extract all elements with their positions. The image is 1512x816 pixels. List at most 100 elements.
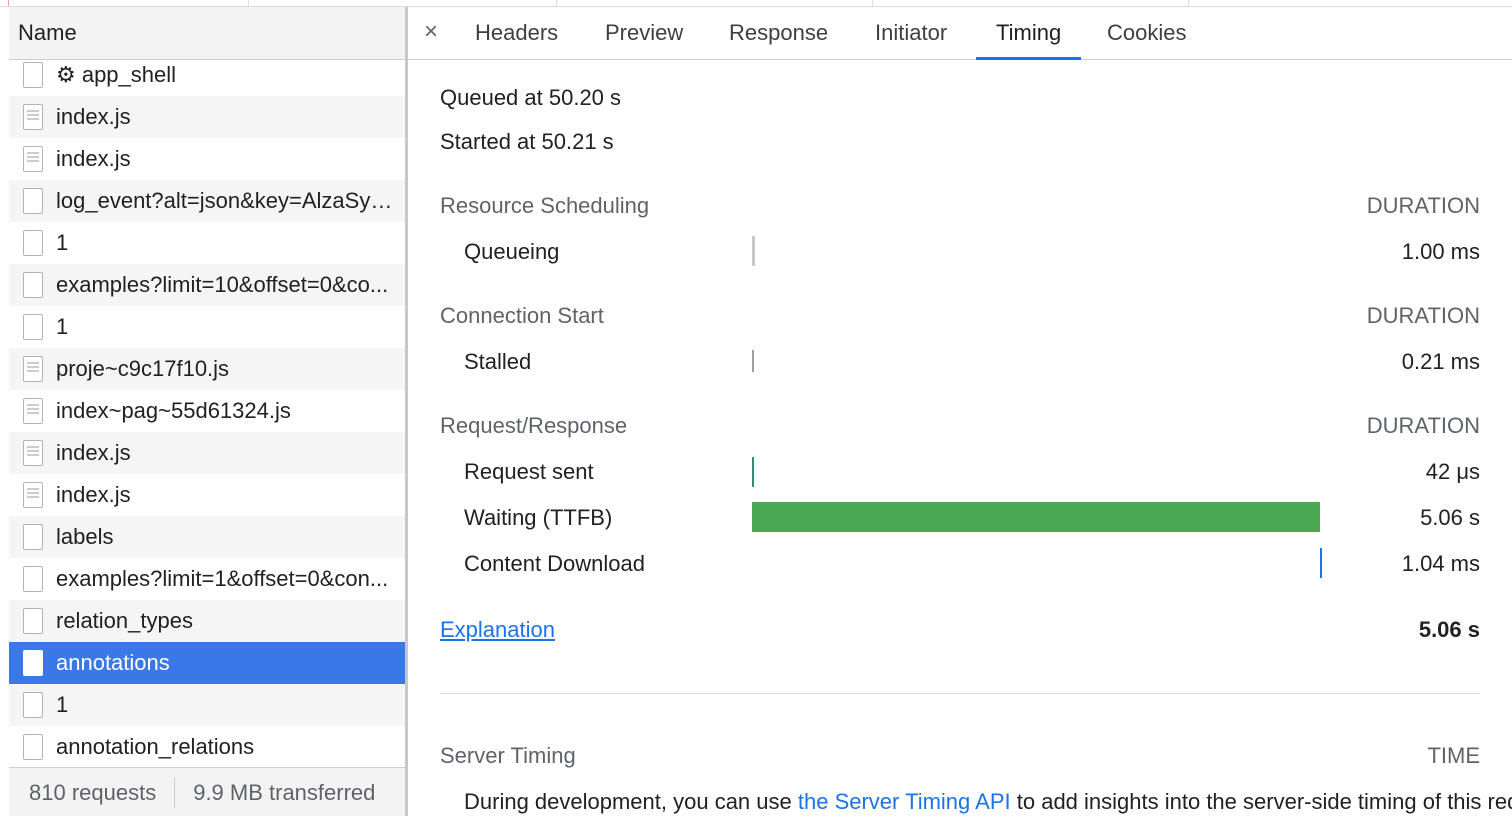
duration-label: DURATION [1366,193,1480,218]
timing-value-stalled: 0.21 ms [1401,349,1480,374]
total-duration: 5.06 s [1418,617,1480,642]
request-count: 810 requests [29,779,157,805]
tab-timing[interactable]: Timing [976,7,1082,60]
explanation-link[interactable]: Explanation [440,617,555,643]
section-title-request-response: Request/Response [440,413,628,438]
request-name: index.js [56,146,131,171]
duration-label: DURATION [1366,303,1480,328]
timing-value-queueing: 1.00 ms [1401,239,1480,264]
request-list-panel: Name ⚙ app_shell index.js index.js log_e… [9,7,408,816]
request-name: examples?limit=10&offset=0&co... [56,272,389,297]
close-icon[interactable]: × [424,18,438,46]
request-name: index~pag~55d61324.js [56,398,291,423]
request-sent-bar [752,457,754,487]
script-file-icon [23,356,43,382]
tab-initiator[interactable]: Initiator [875,7,947,59]
request-row[interactable]: log_event?alt=json&key=AlzaSyBXd... [9,180,405,222]
request-name: 1 [56,314,69,339]
request-name: annotation_relations [56,734,255,759]
request-row-selected[interactable]: annotations [9,642,405,684]
request-name: index.js [56,104,131,129]
timing-value-content-download: 1.04 ms [1401,551,1480,576]
request-row[interactable]: index.js [9,474,405,516]
timing-value-ttfb: 5.06 s [1420,505,1480,530]
request-row[interactable]: index~pag~55d61324.js [9,390,405,432]
time-label: TIME [1427,743,1480,768]
request-name: labels [56,524,114,549]
document-icon [23,608,43,634]
name-column-header[interactable]: Name [9,7,405,60]
request-row[interactable]: relation_types [9,600,405,642]
server-timing-description: During development, you can use the Serv… [464,789,1512,815]
top-toolbar-strip [0,0,1512,7]
transferred-size: 9.9 MB transferred [193,779,376,805]
request-name: relation_types [56,608,193,633]
section-title-resource-scheduling: Resource Scheduling [440,193,650,218]
request-name: index.js [56,482,131,507]
request-name: examples?limit=1&offset=0&con... [56,566,389,591]
request-row[interactable]: index.js [9,138,405,180]
script-file-icon [23,146,43,172]
request-row[interactable]: index.js [9,96,405,138]
request-row[interactable]: index.js [9,432,405,474]
section-divider [440,693,1480,694]
document-icon [23,314,43,340]
request-name: proje~c9c17f10.js [56,356,230,381]
tab-headers[interactable]: Headers [475,7,558,59]
script-file-icon [23,440,43,466]
document-icon [23,62,43,88]
ttfb-bar [752,502,1320,532]
timing-label-ttfb: Waiting (TTFB) [464,505,613,530]
request-name: ⚙ app_shell [56,62,177,87]
document-icon [23,272,43,298]
document-icon [23,650,43,676]
timing-label-content-download: Content Download [464,551,646,576]
tab-cookies[interactable]: Cookies [1107,7,1186,59]
name-column-label: Name [18,20,77,45]
queued-at-text: Queued at 50.20 s [440,85,622,110]
request-detail-panel: × Headers Preview Response Initiator Tim… [408,7,1512,816]
request-name: 1 [56,692,69,717]
status-bar: 810 requests 9.9 MB transferred [9,767,405,816]
request-row[interactable]: proje~c9c17f10.js [9,348,405,390]
request-row[interactable]: ⚙ app_shell [9,60,405,96]
request-row[interactable]: 1 [9,306,405,348]
timing-value-request-sent: 42 μs [1425,459,1480,484]
content-download-bar [1320,548,1322,578]
duration-label: DURATION [1366,413,1480,438]
timing-label-request-sent: Request sent [464,459,594,484]
request-row[interactable]: 1 [9,684,405,726]
request-name: index.js [56,440,131,465]
request-row[interactable]: labels [9,516,405,558]
detail-tabs: × Headers Preview Response Initiator Tim… [408,7,1512,60]
request-name: log_event?alt=json&key=AlzaSyBXd... [56,188,396,213]
document-icon [23,188,43,214]
tab-preview[interactable]: Preview [605,7,683,59]
server-timing-text-before: During development, you can use [464,789,798,814]
request-rows: ⚙ app_shell index.js index.js log_event?… [9,60,405,760]
script-file-icon [23,398,43,424]
request-row[interactable]: examples?limit=1&offset=0&con... [9,558,405,600]
request-name: annotations [56,650,170,675]
request-row[interactable]: examples?limit=10&offset=0&co... [9,264,405,306]
document-icon [23,734,43,760]
section-title-server-timing: Server Timing [440,743,576,768]
document-icon [23,230,43,256]
script-file-icon [23,104,43,130]
request-name: 1 [56,230,69,255]
tab-response[interactable]: Response [729,7,828,59]
server-timing-text-after: to add insights into the server-side tim… [1010,789,1512,814]
document-icon [23,566,43,592]
timing-label-stalled: Stalled [464,349,532,374]
server-timing-api-link[interactable]: the Server Timing API [798,789,1011,814]
timing-label-queueing: Queueing [464,239,560,264]
request-row[interactable]: 1 [9,222,405,264]
document-icon [23,524,43,550]
stalled-bar [752,350,754,372]
started-at-text: Started at 50.21 s [440,129,614,154]
queueing-bar [752,236,755,266]
document-icon [23,692,43,718]
section-title-connection-start: Connection Start [440,303,604,328]
script-file-icon [23,482,43,508]
request-row[interactable]: annotation_relations [9,726,405,760]
